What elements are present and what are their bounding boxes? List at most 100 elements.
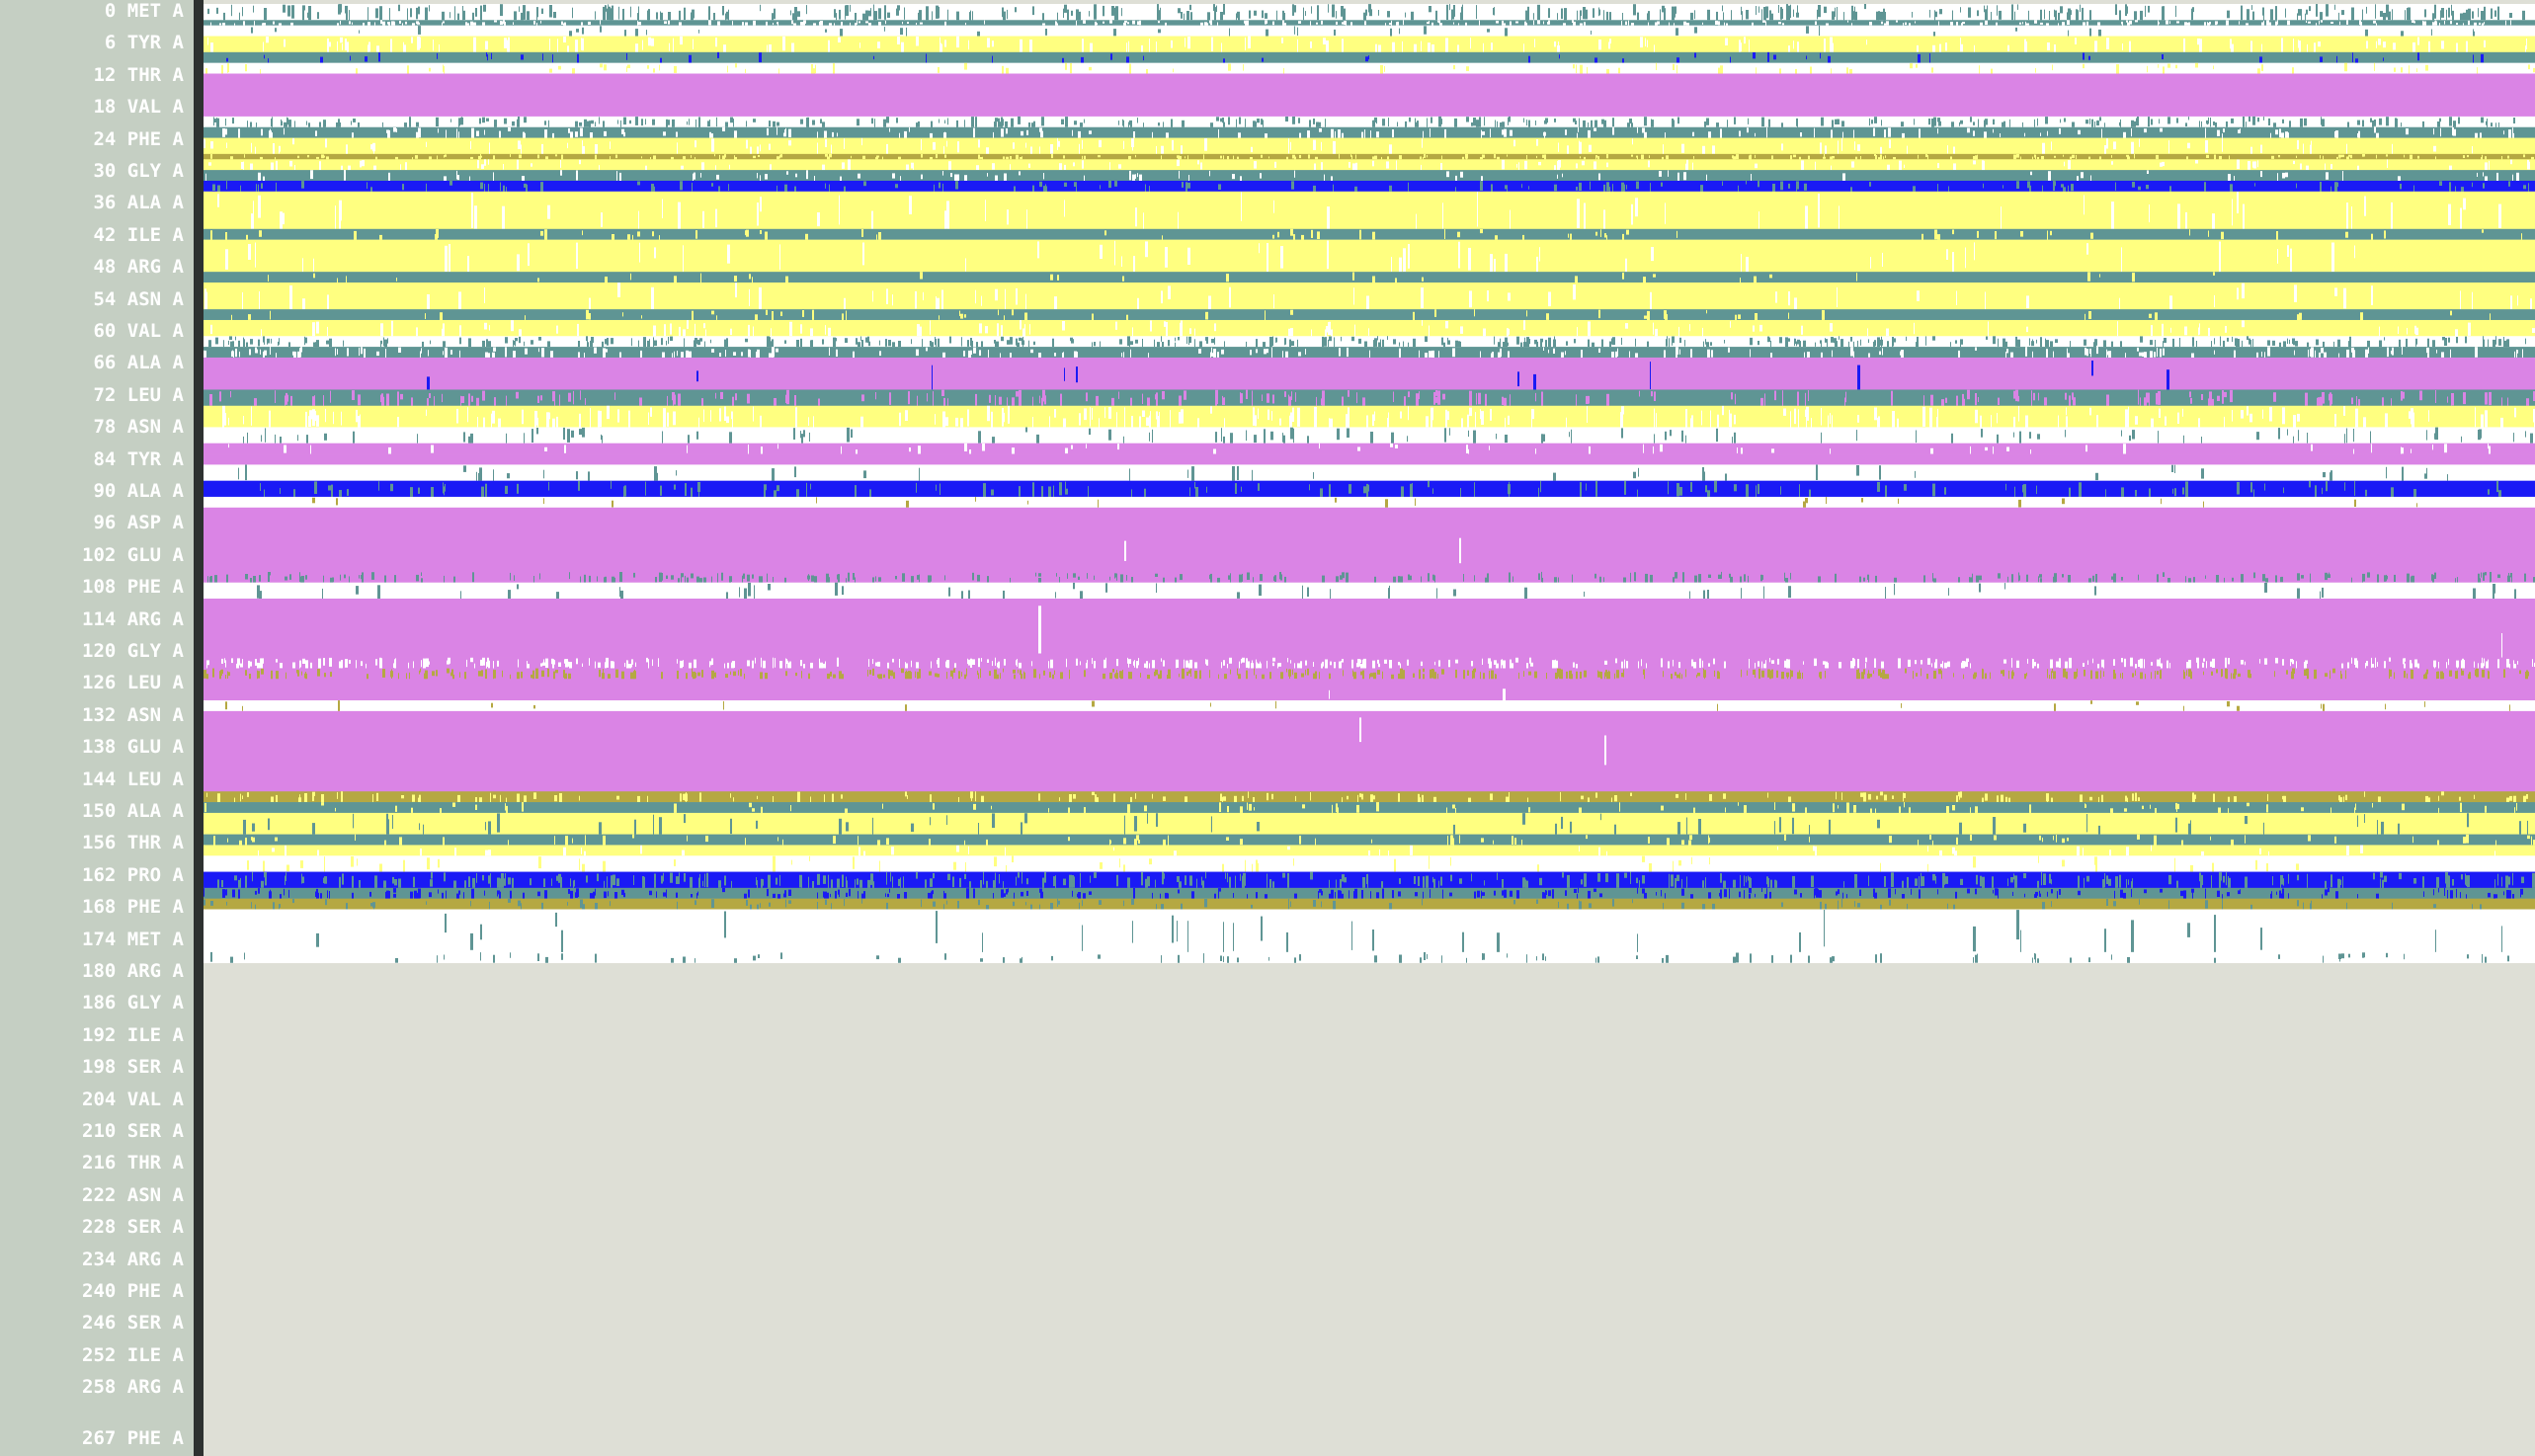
- ss-band: [204, 159, 2535, 171]
- ss-noise-mark: [1164, 321, 1166, 327]
- ss-noise-mark: [1309, 484, 1310, 491]
- ss-noise-mark: [816, 497, 817, 504]
- ss-noise-mark: [956, 11, 959, 21]
- ss-noise-mark: [576, 471, 578, 480]
- ss-noise-mark: [1215, 395, 1217, 406]
- ss-noise-mark: [1434, 575, 1435, 583]
- ss-noise-mark: [1460, 341, 1461, 348]
- ss-noise-mark: [1746, 10, 1749, 20]
- ss-noise-mark: [258, 172, 261, 181]
- ss-noise-mark: [1336, 576, 1339, 583]
- ss-noise-mark: [2111, 576, 2114, 580]
- ss-noise-mark: [2448, 203, 2451, 225]
- ss-noise-mark: [1633, 4, 1636, 16]
- ss-noise-mark: [1788, 291, 1790, 306]
- residue-label: 168 PHE A: [82, 896, 184, 919]
- ss-noise-mark: [483, 417, 485, 428]
- ss-noise-mark: [1059, 482, 1062, 496]
- ss-noise-mark: [1928, 119, 1930, 125]
- ss-noise-mark: [1395, 278, 1397, 283]
- ss-noise-mark: [2146, 185, 2149, 190]
- ss-noise-mark: [1561, 9, 1562, 19]
- ss-noise-mark: [1426, 416, 1429, 428]
- ss-noise-mark: [2248, 161, 2250, 170]
- ss-noise-mark: [1133, 131, 1135, 138]
- ss-noise-mark: [2270, 9, 2273, 21]
- ss-noise-mark: [1909, 23, 1911, 26]
- ss-noise-mark: [1108, 429, 1111, 441]
- ss-noise-mark: [210, 141, 213, 149]
- ss-noise-mark: [250, 578, 252, 583]
- ss-noise-mark: [1115, 321, 1117, 330]
- ss-noise-mark: [437, 155, 438, 160]
- ss-noise-mark: [232, 118, 234, 124]
- ss-noise-mark: [1137, 297, 1139, 310]
- ss-noise-mark: [1471, 661, 1473, 667]
- ss-noise-mark: [1228, 117, 1230, 125]
- ss-noise-mark: [1132, 142, 1133, 151]
- ss-noise-mark: [2212, 213, 2215, 229]
- ss-noise-mark: [285, 576, 287, 581]
- ss-noise-mark: [1288, 328, 1290, 337]
- ss-noise-mark: [1321, 141, 1322, 151]
- ss-noise-mark: [1528, 186, 1529, 190]
- ss-noise-mark: [251, 27, 253, 34]
- ss-noise-mark: [1313, 662, 1314, 667]
- ss-noise-mark: [1734, 414, 1736, 425]
- ss-noise-mark: [377, 585, 380, 599]
- ss-noise-mark: [2239, 21, 2240, 25]
- ss-noise-mark: [1197, 418, 1199, 428]
- ss-noise-mark: [933, 141, 936, 150]
- ss-noise-mark: [563, 37, 566, 42]
- ss-noise-mark: [660, 485, 662, 496]
- ss-noise-mark: [2264, 483, 2265, 491]
- ss-noise-mark: [537, 417, 538, 428]
- ss-noise-mark: [784, 340, 786, 344]
- ss-noise-mark: [987, 38, 990, 48]
- ss-noise-mark: [1817, 9, 1818, 20]
- ss-noise-mark: [1853, 351, 1854, 358]
- ss-noise-mark: [1124, 540, 1126, 561]
- ss-noise-mark: [1744, 37, 1746, 44]
- ss-noise-mark: [323, 395, 324, 406]
- ss-noise-mark: [1516, 164, 1517, 168]
- ss-noise-mark: [1630, 572, 1631, 583]
- ss-noise-mark: [2232, 336, 2233, 343]
- ss-noise-mark: [657, 472, 658, 481]
- ss-noise-mark: [229, 336, 232, 340]
- ss-noise-mark: [769, 121, 771, 127]
- ss-noise-mark: [2371, 233, 2373, 240]
- ss-noise-mark: [898, 341, 901, 348]
- ss-noise-mark: [1553, 348, 1555, 354]
- ss-noise-mark: [919, 574, 920, 583]
- ss-noise-mark: [572, 68, 575, 74]
- ss-noise-mark: [1223, 58, 1225, 63]
- ss-noise-mark: [456, 409, 457, 421]
- ss-noise-mark: [1289, 339, 1291, 348]
- ss-noise-mark: [757, 202, 759, 226]
- ss-noise-mark: [1017, 342, 1020, 348]
- ss-noise-mark: [2066, 407, 2067, 416]
- ss-noise-mark: [1524, 21, 1526, 24]
- ss-noise-mark: [2318, 397, 2320, 406]
- ss-noise-mark: [2427, 353, 2429, 358]
- ss-noise-mark: [1179, 155, 1182, 160]
- ss-noise-mark: [1074, 121, 1077, 125]
- ss-noise-mark: [2463, 155, 2465, 158]
- ss-noise-mark: [2346, 428, 2347, 444]
- ss-band: [204, 309, 2535, 321]
- ss-noise-mark: [2034, 119, 2035, 127]
- ss-noise-mark: [1282, 10, 1284, 21]
- ss-noise-mark: [1178, 337, 1180, 341]
- ss-noise-mark: [1380, 64, 1383, 74]
- ss-noise-mark: [1707, 9, 1710, 21]
- ss-noise-mark: [380, 323, 383, 337]
- ss-noise-mark: [1469, 407, 1472, 417]
- ss-noise-mark: [1761, 9, 1762, 21]
- ss-noise-mark: [1654, 391, 1656, 401]
- ss-noise-mark: [2285, 172, 2288, 178]
- ss-noise-mark: [2490, 577, 2491, 583]
- ss-noise-mark: [610, 156, 611, 160]
- ss-noise-mark: [942, 171, 943, 176]
- ss-noise-mark: [1305, 11, 1306, 16]
